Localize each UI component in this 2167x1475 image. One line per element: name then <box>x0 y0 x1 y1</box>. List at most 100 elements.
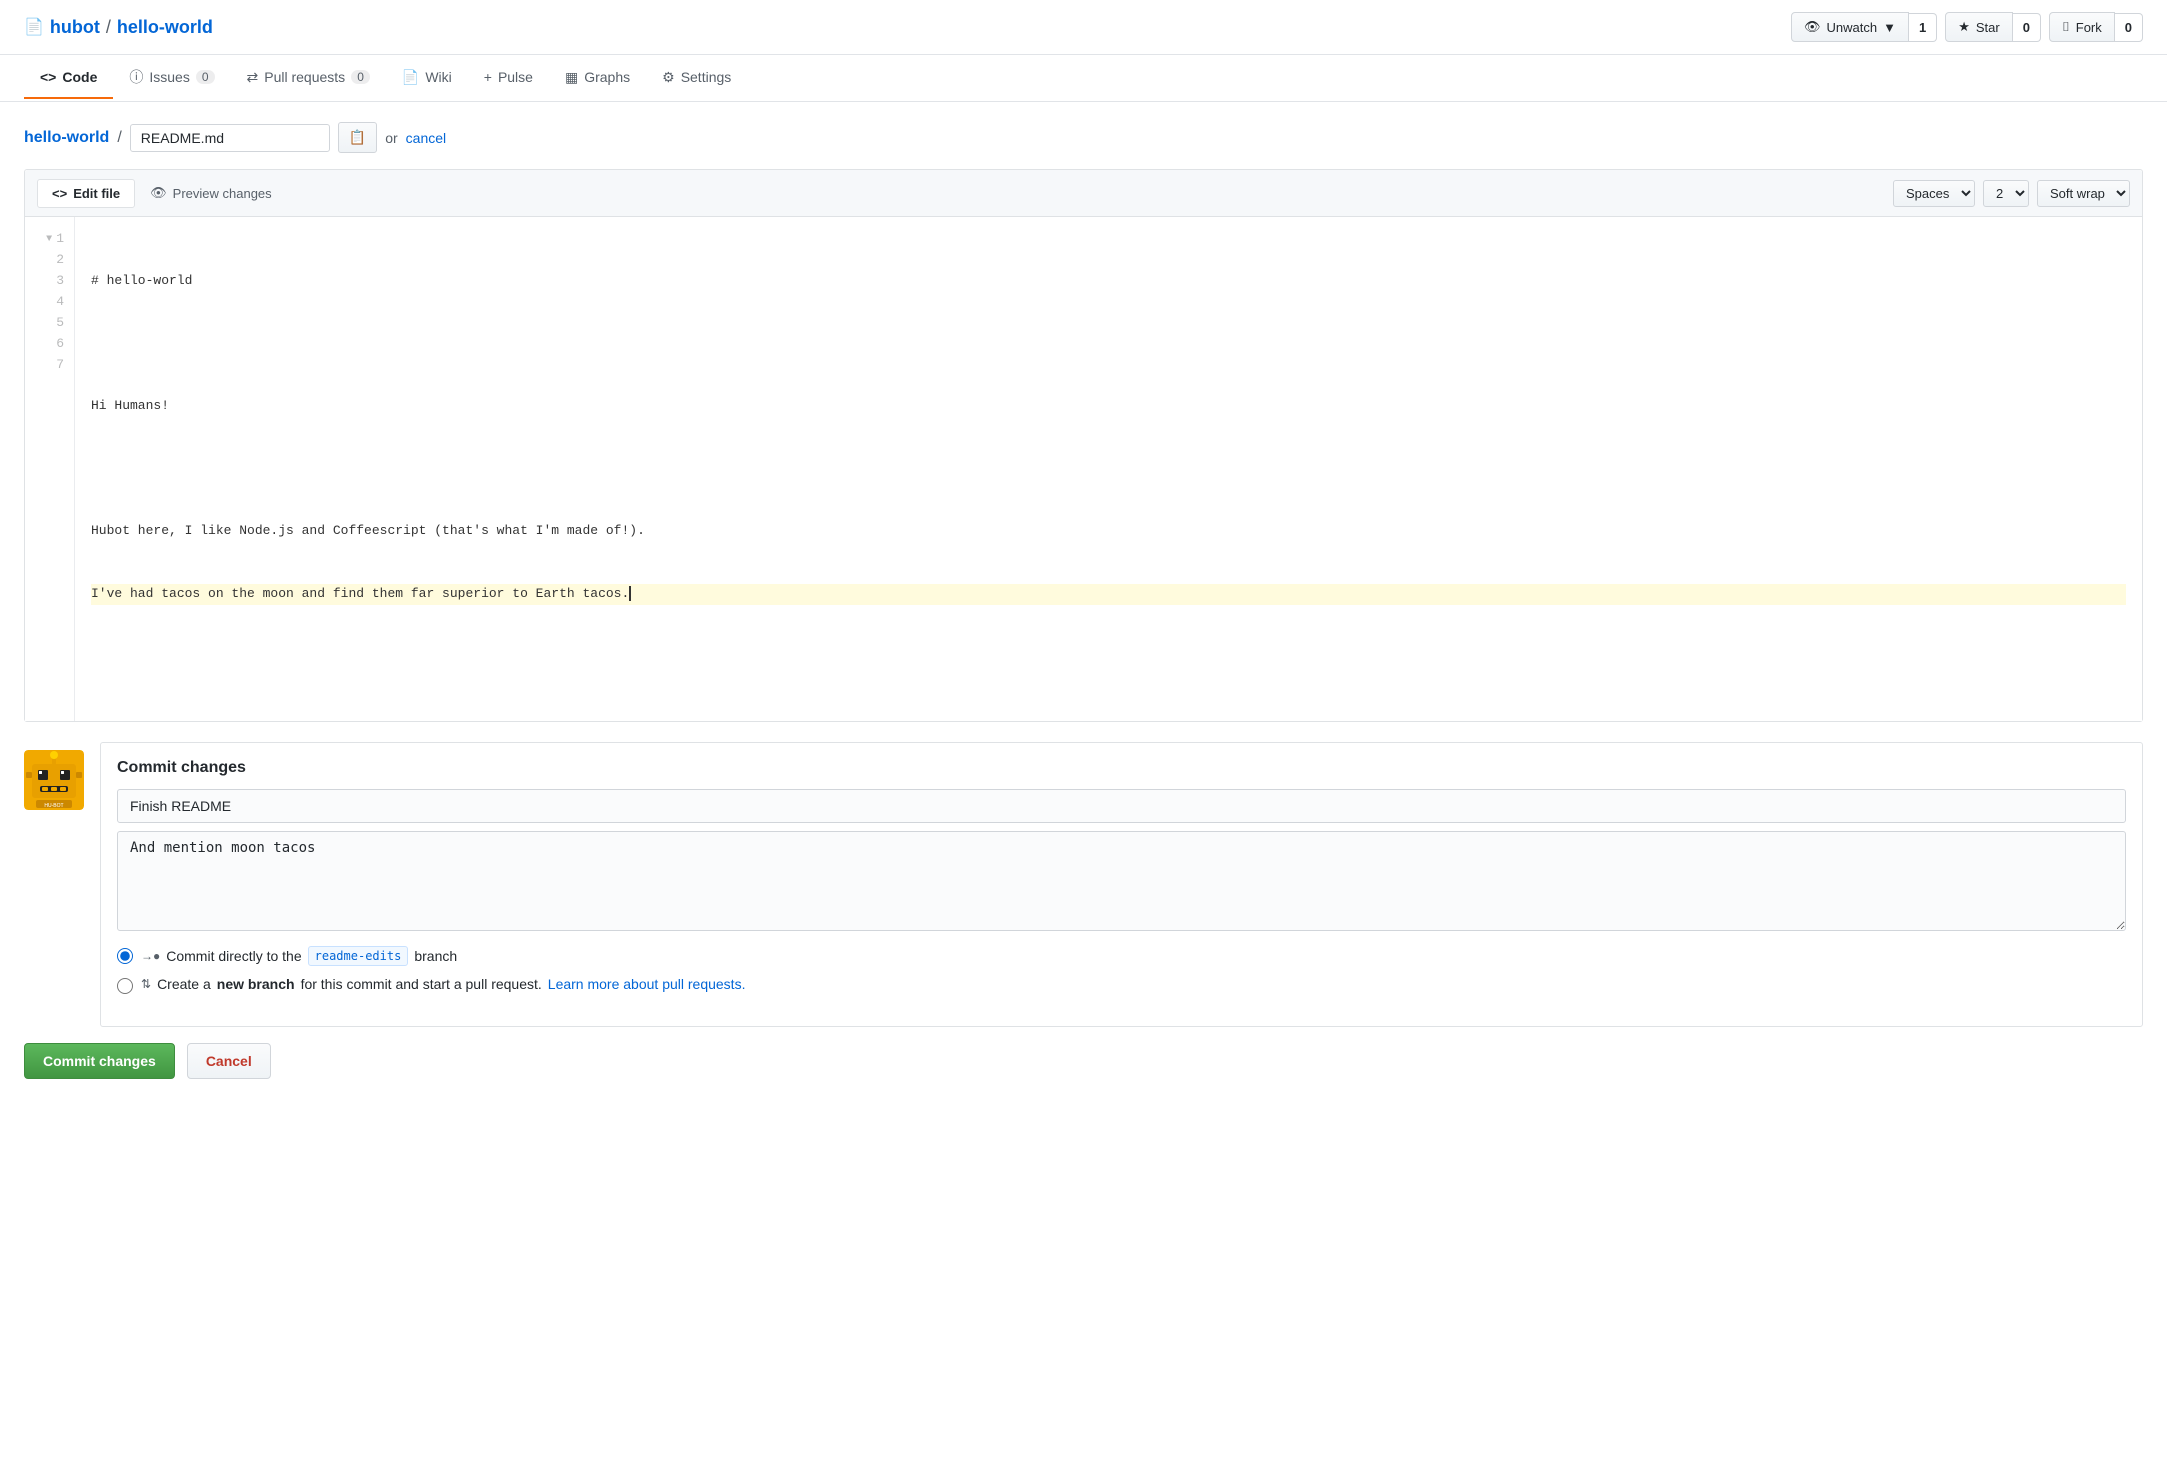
cancel-button[interactable]: Cancel <box>187 1043 271 1079</box>
watch-button[interactable]: 👁 Unwatch ▼ <box>1791 12 1909 42</box>
nav-tabs: <> Code ⓘ Issues 0 ⇄ Pull requests 0 📄 W… <box>0 55 2167 102</box>
star-count: 0 <box>2013 13 2041 42</box>
repo-title: 📄 hubot / hello-world <box>24 17 213 38</box>
line-number-3: 3 <box>35 271 64 292</box>
robot-avatar-svg: HU-BOT <box>24 750 84 810</box>
watch-count: 1 <box>1909 13 1937 42</box>
editor-options: Spaces Tabs 2 4 8 Soft wrap No wrap <box>1893 180 2130 207</box>
direct-commit-label: →● Commit directly to the readme-edits b… <box>141 946 457 966</box>
star-icon: ★ <box>1958 19 1970 35</box>
file-template-button[interactable]: 📋 <box>338 122 377 153</box>
repo-name-link[interactable]: hello-world <box>117 17 213 38</box>
line-number-2: 2 <box>35 250 64 271</box>
commit-summary-input[interactable] <box>117 789 2126 823</box>
commit-directly-icon: →● <box>141 949 160 963</box>
cursor <box>629 586 631 601</box>
commit-changes-button[interactable]: Commit changes <box>24 1043 175 1079</box>
template-icon: 📋 <box>349 129 366 145</box>
breadcrumb-separator: / <box>117 129 121 147</box>
code-line-6: I've had tacos on the moon and find them… <box>91 584 2126 605</box>
editor-toolbar: <> Edit file 👁 Preview changes Spaces Ta… <box>25 170 2142 217</box>
code-line-7 <box>91 646 2126 667</box>
new-branch-bold: new branch <box>217 976 295 992</box>
tab-settings[interactable]: ⚙ Settings <box>646 57 747 100</box>
watch-label: Unwatch <box>1827 20 1878 35</box>
or-text: or <box>385 130 397 146</box>
line-number-6: 6 <box>35 334 64 355</box>
repo-owner-link[interactable]: hubot <box>50 17 100 38</box>
issues-badge: 0 <box>196 70 215 84</box>
code-icon: <> <box>40 69 56 85</box>
direct-commit-radio[interactable] <box>117 948 133 964</box>
filename-input[interactable] <box>130 124 330 152</box>
tab-graphs[interactable]: ▦ Graphs <box>549 57 646 100</box>
commit-buttons: Commit changes Cancel <box>24 1027 2143 1079</box>
fork-count: 0 <box>2115 13 2143 42</box>
branch-suffix: branch <box>414 948 457 964</box>
preview-changes-tab[interactable]: 👁 Preview changes <box>135 178 287 208</box>
fork-group: ⌷ Fork 0 <box>2049 12 2143 42</box>
branch-fork-icon: ⇅ <box>141 977 151 991</box>
branch-name-tag: readme-edits <box>308 946 409 966</box>
info-icon: ⓘ <box>129 67 143 87</box>
pr-icon: ⇄ <box>247 69 259 86</box>
cancel-link[interactable]: cancel <box>406 130 446 146</box>
fork-button[interactable]: ⌷ Fork <box>2049 12 2115 42</box>
edit-file-tab[interactable]: <> Edit file <box>37 179 135 208</box>
indent-mode-select[interactable]: Spaces Tabs <box>1893 180 1975 207</box>
tab-code[interactable]: <> Code <box>24 57 113 99</box>
tab-pull-requests[interactable]: ⇄ Pull requests 0 <box>231 57 386 100</box>
code-content[interactable]: # hello-world Hi Humans! Hubot here, I l… <box>75 217 2142 721</box>
direct-commit-text: Commit directly to the <box>166 948 301 964</box>
new-branch-label: ⇅ Create a new branch for this commit an… <box>141 976 745 992</box>
wrap-mode-select[interactable]: Soft wrap No wrap <box>2037 180 2130 207</box>
star-label: Star <box>1976 20 2000 35</box>
direct-commit-option: →● Commit directly to the readme-edits b… <box>117 946 2126 966</box>
breadcrumb: hello-world / 📋 or cancel <box>24 122 2143 153</box>
avatar: HU-BOT <box>24 750 84 810</box>
code-line-1: # hello-world <box>91 271 2126 292</box>
tab-code-label: Code <box>62 69 97 85</box>
new-branch-option: ⇅ Create a new branch for this commit an… <box>117 976 2126 994</box>
tab-pulse-label: Pulse <box>498 69 533 85</box>
tab-settings-label: Settings <box>681 69 732 85</box>
commit-description-textarea[interactable]: And mention moon tacos <box>117 831 2126 931</box>
fork-label: Fork <box>2076 20 2102 35</box>
watch-group: 👁 Unwatch ▼ 1 <box>1791 12 1937 42</box>
code-editor: ▼ 1 2 3 4 5 6 7 # hello-world Hi Humans!… <box>25 217 2142 721</box>
header: 📄 hubot / hello-world 👁 Unwatch ▼ 1 ★ St… <box>0 0 2167 55</box>
line-number-4: 4 <box>35 292 64 313</box>
line-numbers: ▼ 1 2 3 4 5 6 7 <box>25 217 75 721</box>
tab-issues[interactable]: ⓘ Issues 0 <box>113 55 230 101</box>
header-actions: 👁 Unwatch ▼ 1 ★ Star 0 ⌷ Fork 0 <box>1791 12 2143 42</box>
edit-file-icon: <> <box>52 186 67 201</box>
tab-wiki[interactable]: 📄 Wiki <box>386 57 468 100</box>
editor-tabs: <> Edit file 👁 Preview changes <box>37 178 287 208</box>
commit-section: HU-BOT Commit changes And mention moon t… <box>24 742 2143 1027</box>
star-button[interactable]: ★ Star <box>1945 12 2013 42</box>
indent-size-select[interactable]: 2 4 8 <box>1983 180 2029 207</box>
editor-container: <> Edit file 👁 Preview changes Spaces Ta… <box>24 169 2143 722</box>
tab-issues-label: Issues <box>149 69 189 85</box>
new-branch-radio[interactable] <box>117 978 133 994</box>
fork-icon: ⌷ <box>2062 19 2070 35</box>
preview-changes-label: Preview changes <box>173 186 272 201</box>
tab-pr-label: Pull requests <box>264 69 345 85</box>
code-line-4 <box>91 458 2126 479</box>
tab-graphs-label: Graphs <box>584 69 630 85</box>
gear-icon: ⚙ <box>662 69 675 86</box>
commit-form: Commit changes And mention moon tacos →●… <box>100 742 2143 1027</box>
wiki-icon: 📄 <box>402 69 419 86</box>
arrow-icon-1: ▼ <box>46 232 52 248</box>
breadcrumb-repo-link[interactable]: hello-world <box>24 129 109 147</box>
tab-wiki-label: Wiki <box>425 69 451 85</box>
avatar-container: HU-BOT <box>24 742 84 1027</box>
pr-badge: 0 <box>351 70 370 84</box>
tab-pulse[interactable]: + Pulse <box>468 57 549 99</box>
chevron-down-icon: ▼ <box>1883 20 1896 35</box>
main-content: hello-world / 📋 or cancel <> Edit file 👁… <box>0 102 2167 1099</box>
star-group: ★ Star 0 <box>1945 12 2041 42</box>
learn-more-link[interactable]: Learn more about pull requests. <box>548 976 746 992</box>
eye-icon: 👁 <box>1804 19 1821 35</box>
line-number-5: 5 <box>35 313 64 334</box>
